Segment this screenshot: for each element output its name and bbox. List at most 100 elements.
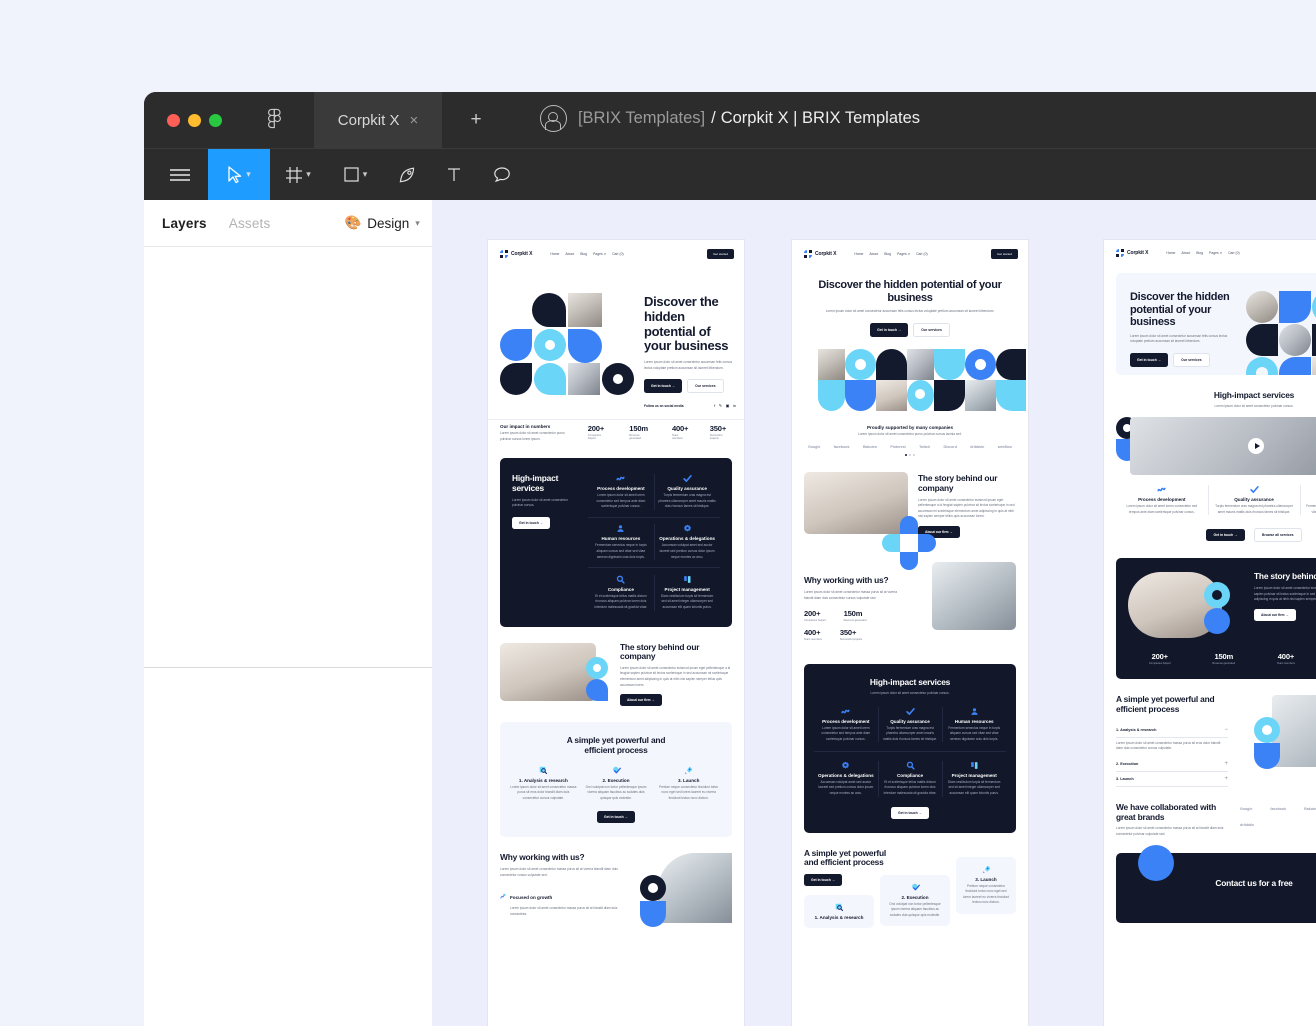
new-tab-button[interactable]: + [464,109,488,131]
facebook-icon[interactable]: f [714,403,715,408]
design-canvas[interactable]: Corpkit X Home About Blog Pages ∨ Cart (… [432,200,1316,1026]
site-logo[interactable]: Corpkit X [804,250,836,258]
process-accordion[interactable]: 1. Analysis & research − Lorem ipsum dol… [1116,723,1228,787]
tab-assets[interactable]: Assets [229,216,271,231]
nav-item-home[interactable]: Home [854,252,863,256]
nav-item-pages[interactable]: Pages ∨ [593,252,606,256]
minus-icon[interactable]: − [1224,727,1228,733]
video-thumbnail[interactable] [1130,417,1316,475]
video-player[interactable] [1116,417,1316,475]
nav-item-pages[interactable]: Pages ∨ [1209,251,1222,255]
service-card[interactable]: Process development Lorem ipsum dolor si… [814,707,878,743]
close-icon[interactable]: × [409,113,418,128]
hero-primary-button[interactable]: Get in touch → [644,379,682,393]
nav-cta-button[interactable]: Get started [991,249,1018,259]
hero-primary-button[interactable]: Get in touch → [1130,353,1168,367]
nav-cta-button[interactable]: Get started [707,249,734,259]
hero-secondary-button[interactable]: Our services [687,379,724,393]
services-cta-button[interactable]: Get in touch → [512,517,550,529]
nav-item-about[interactable]: About [869,252,878,256]
service-card[interactable]: Quality assurance Turpis fermentum cras … [654,474,720,510]
close-window-button[interactable] [167,114,180,127]
service-card[interactable]: Quality assurance Turpis fermentum cras … [1208,485,1300,515]
nav-item-cart[interactable]: Cart (0) [1228,251,1240,255]
service-card[interactable]: Human resources Fermentum senectus neque… [942,707,1006,743]
service-card[interactable]: Process development Lorem ipsum dolor si… [588,474,654,510]
story-button[interactable]: About our firm → [620,694,662,706]
site-logo[interactable]: Corpkit X [500,250,532,258]
artboard-home-v2[interactable]: Corpkit X Home About Blog Pages ∨ Cart (… [792,240,1028,1026]
nav-links[interactable]: Home About Blog Pages ∨ Cart (0) [1166,251,1239,255]
chevron-down-icon[interactable]: ▾ [363,169,368,180]
accordion-item[interactable]: 1. Analysis & research − [1116,723,1228,738]
nav-item-home[interactable]: Home [1166,251,1175,255]
service-card[interactable]: Quality assurance Turpis fermentum cras … [878,707,942,743]
service-card[interactable]: Human resources Fermentum senectus neque… [1300,485,1316,515]
linkedin-icon[interactable]: in [733,403,736,408]
plus-icon[interactable]: + [1224,761,1228,767]
hero-secondary-button[interactable]: Our services [1173,353,1210,367]
artboard-home-v1[interactable]: Corpkit X Home About Blog Pages ∨ Cart (… [488,240,744,1026]
pen-tool[interactable] [384,149,430,201]
story-button[interactable]: About our firm → [1254,609,1296,621]
browse-services-button[interactable]: Browse all services [1254,528,1301,542]
service-card[interactable]: Compliance Et et scelerisque tellus matt… [588,575,654,611]
nav-item-pages[interactable]: Pages ∨ [897,252,910,256]
move-tool[interactable]: ▾ [208,149,270,201]
text-tool[interactable] [430,149,478,201]
hamburger-menu-icon[interactable] [152,149,208,201]
carousel-dot[interactable] [909,454,911,456]
carousel-dot[interactable] [913,454,915,456]
twitter-icon[interactable]: ✎ [719,403,722,408]
stat-item: 200+ Companies helped [804,609,826,622]
nav-item-blog[interactable]: Blog [580,252,587,256]
services-cta-button[interactable]: Get in touch → [1206,529,1244,541]
carousel-dot[interactable] [905,454,907,456]
nav-item-blog[interactable]: Blog [1196,251,1203,255]
comment-tool[interactable] [478,149,526,201]
service-card[interactable]: Project management Diam vestibulum turpi… [942,761,1006,797]
plus-icon[interactable]: + [1224,776,1228,782]
hero-primary-button[interactable]: Get in touch → [870,323,908,337]
instagram-icon[interactable]: ▣ [726,403,730,408]
site-logo[interactable]: Corpkit X [1116,249,1148,257]
site-navbar[interactable]: Corpkit X Home About Blog Pages ∨ Cart (… [1104,240,1316,263]
service-card[interactable]: Operations & delegations Accumsan volutp… [814,761,878,797]
document-tab[interactable]: Corpkit X × [314,92,442,148]
nav-item-home[interactable]: Home [550,252,559,256]
service-card[interactable]: Process development Lorem ipsum dolor si… [1116,485,1208,515]
layers-list[interactable] [144,247,432,667]
nav-item-cart[interactable]: Cart (0) [916,252,928,256]
service-card[interactable]: Operations & delegations Accumsan volutp… [654,524,720,560]
hero-secondary-button[interactable]: Our services [913,323,950,337]
tab-layers[interactable]: Layers [162,216,207,231]
nav-item-about[interactable]: About [1181,251,1190,255]
nav-item-cart[interactable]: Cart (0) [612,252,624,256]
site-navbar[interactable]: Corpkit X Home About Blog Pages ∨ Cart (… [792,240,1028,265]
frame-tool[interactable]: ▾ [270,149,326,201]
service-card[interactable]: Compliance Et et scelerisque tellus matt… [878,761,942,797]
nav-links[interactable]: Home About Blog Pages ∨ Cart (0) [854,252,927,256]
minimize-window-button[interactable] [188,114,201,127]
chevron-down-icon[interactable]: ▾ [306,169,311,180]
artboard-home-v3[interactable]: Corpkit X Home About Blog Pages ∨ Cart (… [1104,240,1316,1026]
site-navbar[interactable]: Corpkit X Home About Blog Pages ∨ Cart (… [488,240,744,265]
services-cta-button[interactable]: Get in touch → [891,807,929,819]
nav-links[interactable]: Home About Blog Pages ∨ Cart (0) [550,252,623,256]
accordion-item[interactable]: 2. Execution + [1116,757,1228,772]
social-icons[interactable]: f ✎ ▣ in [714,403,736,408]
service-card[interactable]: Project management Diam vestibulum turpi… [654,575,720,611]
process-cta-button[interactable]: Get in touch → [597,811,635,823]
chevron-down-icon[interactable]: ▾ [246,169,251,180]
accordion-item[interactable]: 3. Launch + [1116,772,1228,787]
service-card[interactable]: Human resources Fermentum senectus neque… [588,524,654,560]
nav-item-blog[interactable]: Blog [884,252,891,256]
figma-logo[interactable] [268,108,284,132]
process-cta-button[interactable]: Get in touch → [804,874,842,886]
maximize-window-button[interactable] [209,114,222,127]
shape-tool[interactable]: ▾ [326,149,384,201]
design-mode-selector[interactable]: 🎨 Design ▾ [344,215,419,231]
carousel-dots[interactable] [808,454,1012,456]
nav-item-about[interactable]: About [565,252,574,256]
chevron-down-icon[interactable]: ▾ [415,218,420,229]
